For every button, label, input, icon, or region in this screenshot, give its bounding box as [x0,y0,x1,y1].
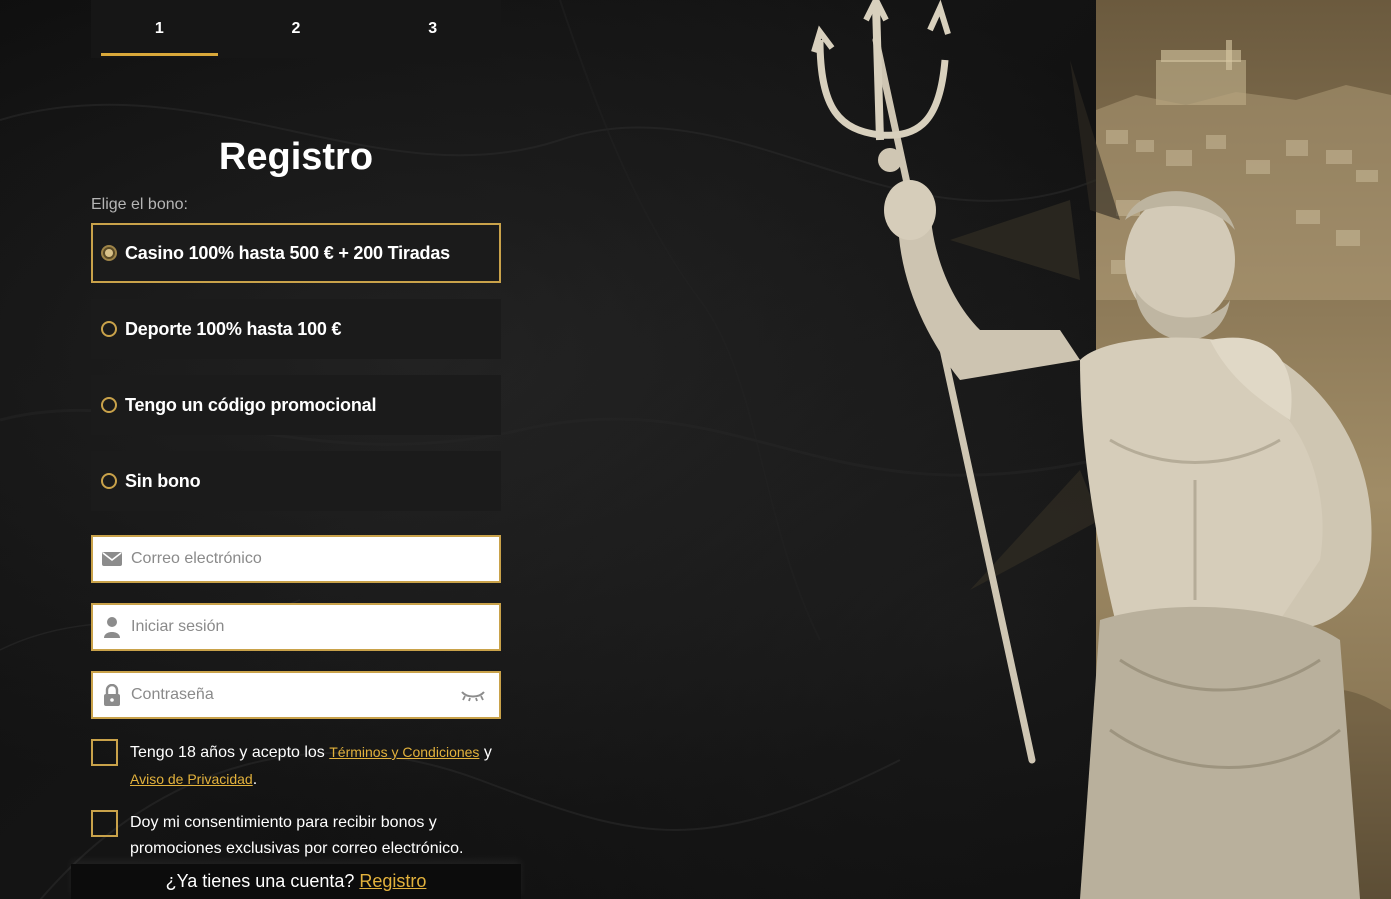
radio-icon[interactable] [101,473,117,489]
poseidon-statue-illustration [811,0,1372,899]
password-input[interactable] [131,675,447,715]
marketing-consent-text: Doy mi consentimiento para recibir bonos… [130,814,464,857]
bonus-option-label: Casino 100% hasta 500 € + 200 Tiradas [125,242,450,263]
bonus-option-label: Tengo un código promocional [125,394,377,415]
registration-steps: 1 2 3 [91,0,501,58]
bonus-option-no-bonus[interactable]: Sin bono [91,451,501,511]
bonus-option-label: Sin bono [125,470,201,491]
envelope-icon [93,551,131,567]
age-terms-text: Tengo 18 años y acepto los Términos y Co… [130,739,492,793]
age-terms-checkbox[interactable] [91,739,118,766]
login-link[interactable]: Registro [359,871,426,892]
page-title: Registro [218,136,374,178]
consent-text: y [479,744,492,761]
bonus-option-label: Deporte 100% hasta 100 € [125,318,342,339]
eye-closed-icon[interactable] [447,688,499,702]
step-label: 3 [428,20,438,37]
radio-selected-icon[interactable] [101,245,117,261]
bonus-option-promo-code[interactable]: Tengo un código promocional [91,375,501,435]
login-input[interactable] [131,607,499,647]
consent-text: Tengo 18 años y acepto los [130,744,330,761]
login-field [91,603,501,651]
age-terms-consent: Tengo 18 años y acepto los Términos y Co… [91,739,511,793]
email-input[interactable] [131,539,499,579]
step-2-tab[interactable]: 2 [228,0,365,58]
radio-icon[interactable] [101,397,117,413]
bonus-option-sports[interactable]: Deporte 100% hasta 100 € [91,299,501,359]
bonus-option-casino[interactable]: Casino 100% hasta 500 € + 200 Tiradas [91,223,501,283]
consent-text: . [252,771,258,788]
step-1-tab[interactable]: 1 [91,0,228,58]
privacy-link[interactable]: Aviso de Privacidad [130,771,253,787]
password-field [91,671,501,719]
lock-icon [93,684,131,706]
email-field [91,535,501,583]
login-prompt-bar: ¿Ya tienes una cuenta? Registro [71,864,521,899]
user-icon [93,616,131,638]
step-label: 2 [291,20,301,37]
step-3-tab[interactable]: 3 [364,0,501,58]
bonus-choice-label: Elige el bono: [91,196,188,213]
radio-icon[interactable] [101,321,117,337]
login-prompt-text: ¿Ya tienes una cuenta? [165,871,355,891]
step-label: 1 [154,20,164,37]
terms-link[interactable]: Términos y Condiciones [329,744,479,760]
registration-page: 1 2 3 Registro Elige el bono: Casino 100… [0,0,1391,899]
marketing-consent: Doy mi consentimiento para recibir bonos… [91,810,511,862]
marketing-checkbox[interactable] [91,810,118,837]
